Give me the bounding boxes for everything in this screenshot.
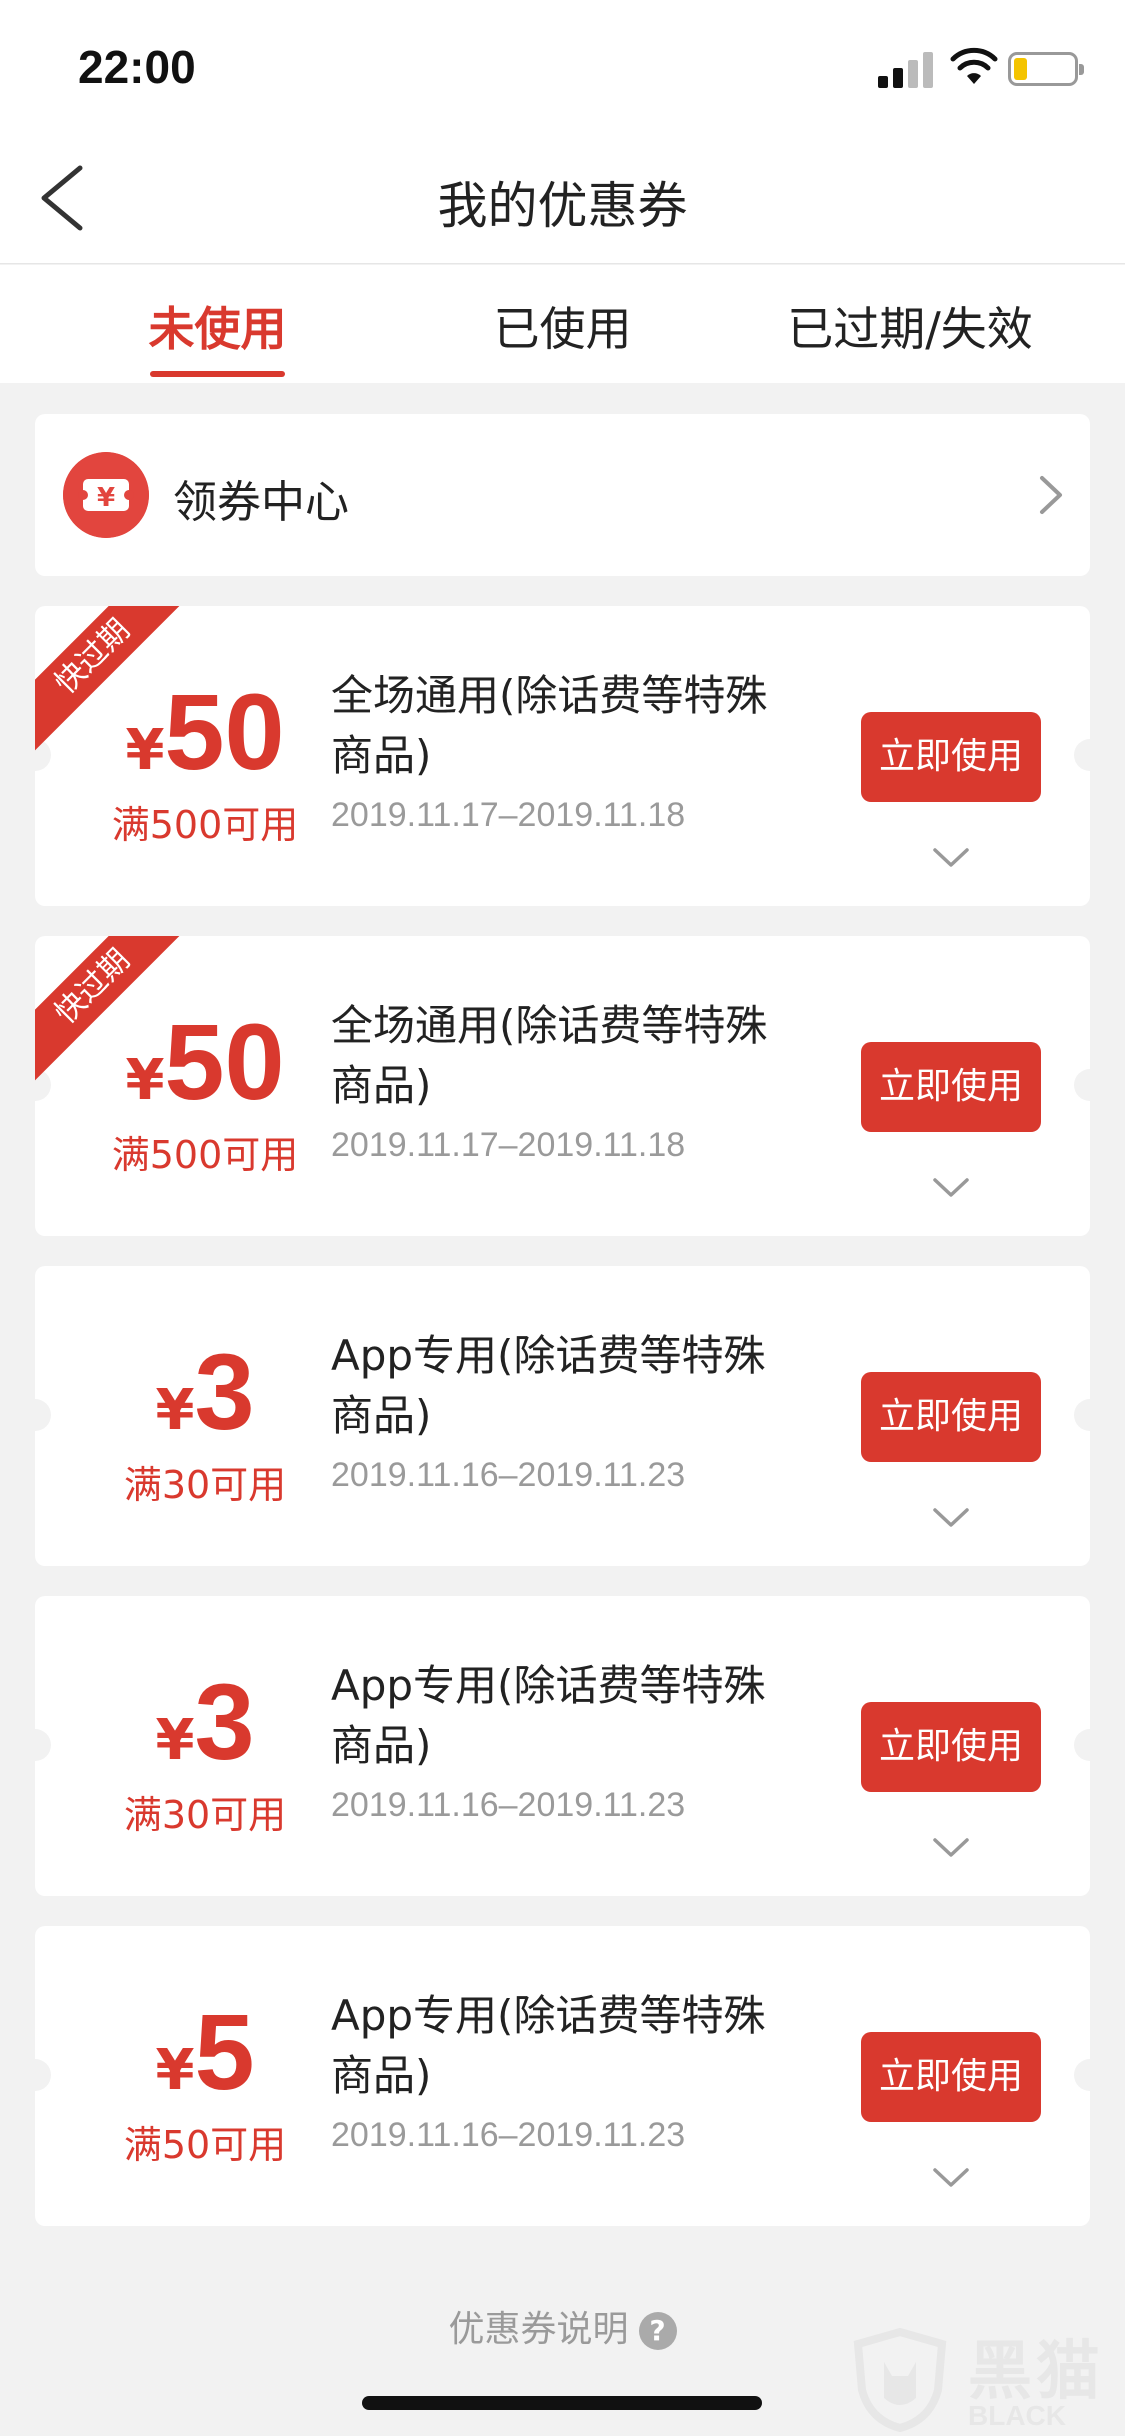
battery-icon [1008,52,1084,86]
coupon-description: 全场通用(除话费等特殊商品) [331,1001,768,1110]
watermark-text-en: BLACK CAT [968,2400,1066,2436]
watermark-logo: 黑猫 BLACK CAT [850,2320,1125,2436]
coupon-card: 快过期 ¥50 满500可用 全场通用(除话费等特殊商品) 2019.11.17… [35,606,1090,906]
expand-chevron-icon[interactable] [931,1176,971,1200]
cat-shield-icon [853,2328,947,2432]
page-title: 我的优惠券 [437,177,688,235]
coupon-ticket-icon: ¥ [63,452,149,538]
chevron-right-icon [1040,476,1062,514]
expand-chevron-icon[interactable] [931,846,971,870]
coupon-date-range: 2019.11.17–2019.11.18 [331,796,686,834]
coupon-info-label: 优惠券说明 [448,2309,629,2350]
coupon-description: App专用(除话费等特殊商品) [331,1661,766,1770]
coupon-condition: 满500可用 [111,803,299,847]
coupon-amount: ¥3 [155,1331,255,1452]
coupon-center-label: 领券中心 [173,477,349,528]
watermark-text-cn: 黑猫 [968,2335,1104,2409]
home-indicator[interactable] [362,2396,762,2410]
tab-used[interactable]: 已使用 [455,293,670,363]
coupon-amount: ¥50 [125,671,285,792]
coupon-card: ¥3 满30可用 App专用(除话费等特殊商品) 2019.11.16–2019… [35,1596,1090,1896]
coupon-date-range: 2019.11.16–2019.11.23 [331,1786,686,1824]
coupon-condition: 满50可用 [123,2123,287,2167]
coupon-amount: ¥3 [155,1661,255,1782]
coupon-amount: ¥5 [155,1991,255,2112]
coupon-card: 快过期 ¥50 满500可用 全场通用(除话费等特殊商品) 2019.11.17… [35,936,1090,1236]
coupon-center-row[interactable]: ¥ 领券中心 [35,414,1090,576]
coupon-date-range: 2019.11.16–2019.11.23 [331,1456,686,1494]
tab-unused[interactable]: 未使用 [110,293,325,363]
coupon-date-range: 2019.11.16–2019.11.23 [331,2116,686,2154]
coupon-description: 全场通用(除话费等特殊商品) [331,671,768,780]
use-now-button[interactable]: 立即使用 [861,2032,1041,2122]
use-now-button[interactable]: 立即使用 [861,712,1041,802]
expand-chevron-icon[interactable] [931,1506,971,1530]
use-now-button[interactable]: 立即使用 [861,1702,1041,1792]
coupon-condition: 满500可用 [111,1133,299,1177]
coupon-date-range: 2019.11.17–2019.11.18 [331,1126,686,1164]
active-tab-indicator [150,371,285,377]
expand-chevron-icon[interactable] [931,2166,971,2190]
use-now-button[interactable]: 立即使用 [861,1042,1041,1132]
tab-bar: 未使用 已使用 已过期/失效 [0,265,1125,383]
status-time: 22:00 [78,41,196,93]
nav-bar: 我的优惠券 [0,132,1125,264]
use-now-button[interactable]: 立即使用 [861,1372,1041,1462]
coupon-description: App专用(除话费等特殊商品) [331,1991,766,2100]
wifi-icon [950,47,998,84]
expand-chevron-icon[interactable] [931,1836,971,1860]
coupon-icon-glyph: ¥ [97,483,115,513]
status-bar: 22:00 [0,0,1125,132]
screen: 22:00 我的优惠券 未使用 已使用 已过期/失效 ¥ 领券中心 快过期 ¥5… [0,0,1125,2436]
coupon-card: ¥5 满50可用 App专用(除话费等特殊商品) 2019.11.16–2019… [35,1926,1090,2226]
coupon-condition: 满30可用 [123,1463,287,1507]
coupon-card: ¥3 满30可用 App专用(除话费等特殊商品) 2019.11.16–2019… [35,1266,1090,1566]
help-icon: ? [638,2312,677,2350]
coupon-condition: 满30可用 [123,1793,287,1837]
cellular-signal-icon [878,50,934,88]
tab-expired[interactable]: 已过期/失效 [760,293,1060,363]
coupon-amount: ¥50 [125,1001,285,1122]
coupon-description: App专用(除话费等特殊商品) [331,1331,766,1440]
